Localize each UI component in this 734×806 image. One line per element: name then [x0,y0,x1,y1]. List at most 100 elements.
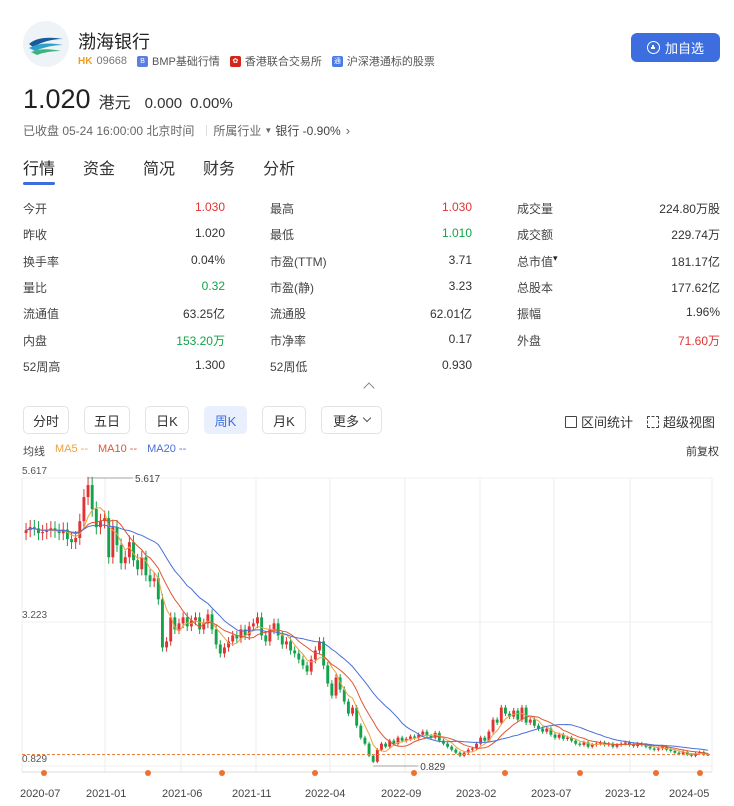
candle-body [367,743,371,756]
candle-body [392,740,396,744]
bmp-tag[interactable]: BMP基础行情 [152,53,220,69]
tab-profile[interactable]: 简况 [143,155,175,187]
exchange-tag[interactable]: 香港联合交易所 [245,53,322,69]
period-monthly[interactable]: 月K [262,406,306,434]
candle-body [578,743,582,745]
candle-body [169,617,173,642]
quote-label: 总市值 [517,254,554,269]
bank-logo [23,21,69,67]
quote-row: 最高 1.030 [270,200,472,220]
candle-body [326,665,330,684]
y-tick-label: 5.617 [22,466,47,477]
candle-body [185,617,189,627]
candle-body [90,485,94,510]
add-watchlist-button[interactable]: 加自选 [631,33,720,62]
candle-body [516,710,520,720]
candle-body [375,749,379,762]
candle-body [330,683,334,696]
candle-body [677,752,681,754]
kline-svg[interactable]: 5.617 3.223 0.829 2020-07 2021-01 2021-06 2021… [0,460,734,806]
period-daily[interactable]: 日K [145,406,189,434]
x-tick-label: 2022-09 [381,788,421,800]
caret-down-icon[interactable]: ▾ [553,253,558,273]
quote-value: 0.17 [448,331,472,346]
ma5-legend: MA5 -- [55,443,88,455]
price-row: 1.020 港元 0.000 0.00% [23,84,233,115]
industry-value[interactable]: 银行 -0.90% [275,122,340,139]
super-view-button[interactable]: 超级视图 [647,412,715,431]
ma20-line [25,524,708,751]
quote-label: 最低 [270,228,295,243]
candle-body [346,701,350,714]
tab-finance[interactable]: 财务 [203,155,235,187]
quote-value: 1.030 [194,200,225,214]
candle-body [384,743,388,747]
candle-body [231,635,235,642]
quote-value: 71.60万 [677,333,720,348]
price-change: 0.000 [144,95,183,112]
event-dot [219,770,225,776]
candle-body [301,659,305,666]
candle-body [99,521,102,528]
quote-label: 52周低 [270,359,308,374]
candle-body [181,617,185,624]
candle-body [218,644,222,654]
quote-value: 177.62亿 [671,280,720,295]
period-weekly[interactable]: 周K [204,406,247,434]
candle-body [499,707,503,723]
quote-value: 0.04% [190,252,225,267]
x-tick-label: 2023-12 [605,788,645,800]
candle-body [297,653,301,660]
quote-value: 1.020 [194,226,225,241]
quote-value: 224.80万股 [659,202,720,216]
period-intraday[interactable]: 分时 [23,406,69,434]
period-5day[interactable]: 五日 [84,406,130,434]
quote-row: 量比 0.32 [23,279,225,299]
adjust-mode[interactable]: 前复权 [686,443,719,459]
chevron-down-icon [362,413,372,423]
quote-row: 52周高 1.300 [23,358,225,378]
candle-body [165,641,169,648]
candle-body [541,728,545,732]
market-badge: HK [78,55,93,67]
candle-body [86,485,90,498]
kline-chart[interactable]: 5.617 3.223 0.829 2020-07 2021-01 2021-06 2021… [0,460,734,806]
candle-body [483,737,487,741]
candle-body [371,755,375,762]
collapse-up-icon[interactable] [363,382,375,394]
candle-body [380,743,383,750]
candle-body [123,557,127,564]
candle-body [313,650,317,660]
caret-down-icon[interactable]: ▼ [264,126,272,135]
candle-body [222,647,226,654]
tab-quote[interactable]: 行情 [23,155,56,187]
period-more[interactable]: 更多 [321,406,382,434]
currency: 港元 [98,95,131,112]
tab-analysis[interactable]: 分析 [263,155,295,187]
chevron-right-icon[interactable]: › [346,123,350,138]
candle-body [545,728,549,732]
candle-body [256,617,259,624]
quote-value: 1.96% [685,305,720,320]
industry-label[interactable]: 所属行业 [213,122,261,139]
quote-row: 流通值 63.25亿 [23,305,225,325]
quote-row: 总市值 ▾ 181.17亿 [517,253,720,273]
candle-body [322,641,326,666]
event-dot [502,770,508,776]
logo-icon [29,37,63,55]
candle-body [446,743,450,747]
range-stats-button[interactable]: 区间统计 [565,412,633,431]
quote-row: 换手率 0.04% [23,253,225,273]
x-tick-label: 2021-11 [232,788,272,800]
quote-value: 1.030 [441,200,472,214]
x-tick-label: 2022-04 [305,788,345,800]
candle-body [74,537,78,543]
candle-body [351,707,354,714]
stock-code: 09668 [96,55,128,67]
candle-body [656,748,660,750]
main-tabs: 行情 资金 简况 财务 分析 [23,155,323,187]
tab-capital[interactable]: 资金 [83,155,115,187]
quote-value: 3.23 [448,278,472,293]
connect-tag[interactable]: 沪深港通标的股票 [347,53,435,69]
candle-body [70,539,73,543]
